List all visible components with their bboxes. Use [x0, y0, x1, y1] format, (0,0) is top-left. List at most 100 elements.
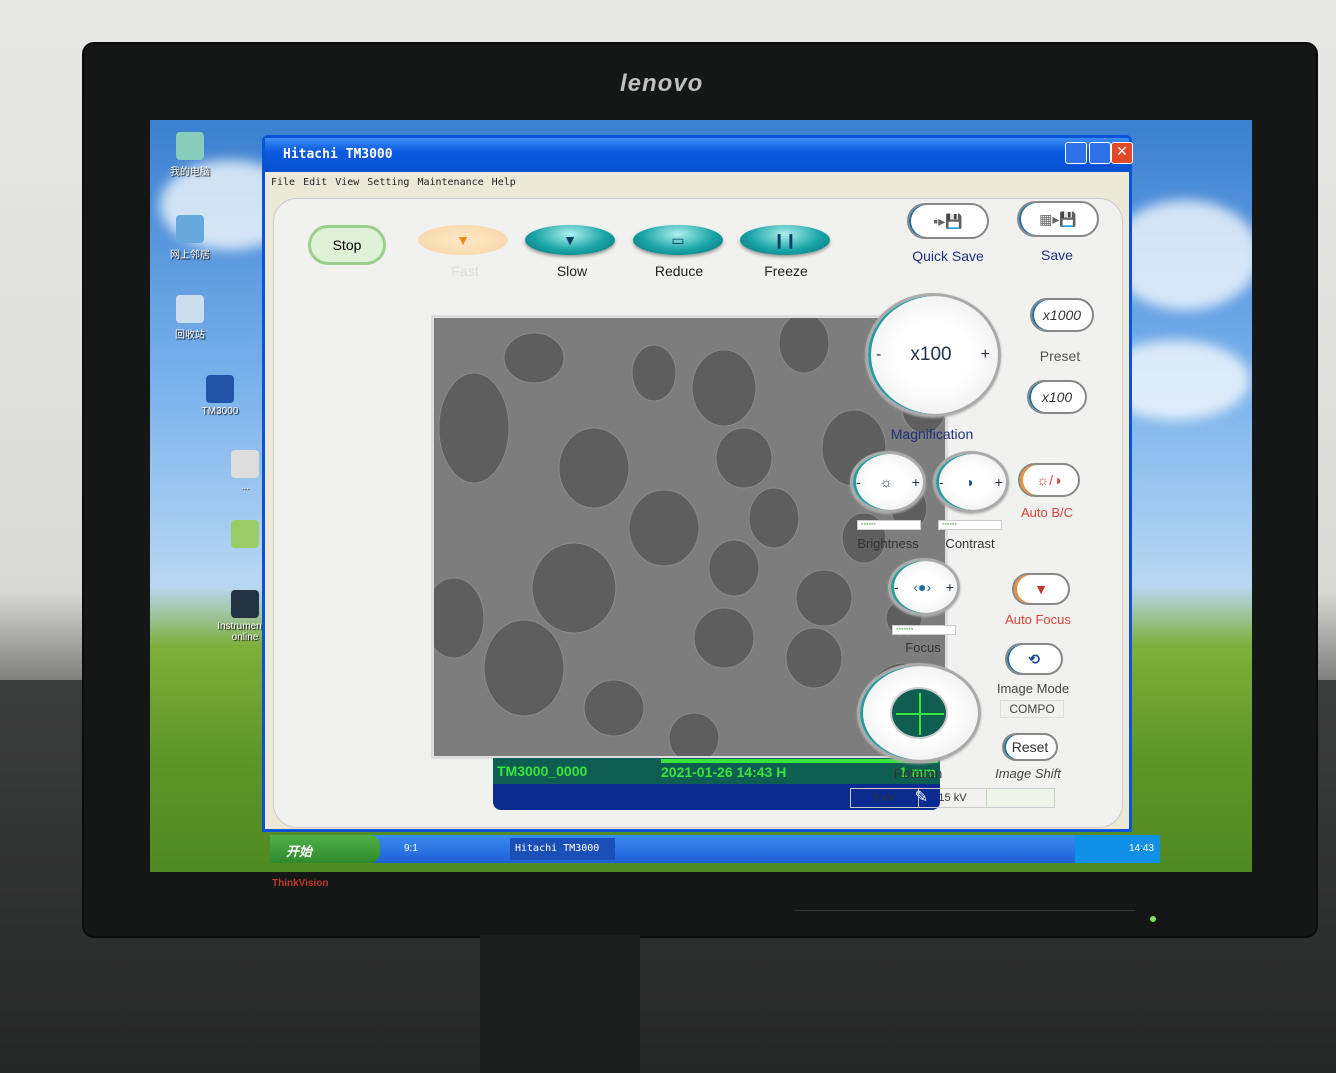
desktop-icon-label: 回收站 — [175, 330, 205, 341]
monitor-buttons[interactable] — [795, 910, 1135, 922]
contrast-level: ▪▪▪▪▪▪ — [938, 520, 1002, 530]
reduce-label: Reduce — [654, 263, 704, 279]
brightness-level: ▪▪▪▪▪▪ — [857, 520, 921, 530]
rotation-knob[interactable] — [890, 687, 948, 739]
save-button[interactable]: ▦▸💾 — [1017, 201, 1099, 237]
fast-label: Fast — [451, 263, 479, 279]
preset-x100-button[interactable]: x100 — [1027, 380, 1087, 414]
cell-particle — [785, 627, 843, 689]
magnification-value: x100 — [910, 344, 952, 365]
taskbar-quick-item[interactable]: 9:1 — [400, 839, 500, 859]
focus-dial[interactable]: - ‹●› + — [888, 558, 960, 616]
auto-bc-label: Auto B/C — [1020, 505, 1074, 520]
reset-image-shift-button[interactable]: Reset — [1002, 733, 1058, 761]
auto-bc-button[interactable]: ☼/◑ — [1018, 463, 1080, 497]
thinkvision-logo: ThinkVision — [272, 878, 329, 889]
desktop-icon-image — [176, 132, 204, 160]
focus-label: Focus — [905, 640, 941, 655]
pause-icon: ❙❙ — [773, 231, 797, 248]
start-button[interactable]: 开始 — [270, 835, 380, 863]
fast-arrow-icon: ▼ — [456, 232, 470, 248]
desktop-icon-image — [176, 295, 204, 323]
stop-button[interactable]: Stop — [308, 225, 386, 265]
slow-arrow-icon: ▼ — [563, 232, 577, 248]
desktop-icon-image — [231, 590, 259, 618]
quick-save-button[interactable]: ▪▸💾 — [907, 203, 989, 239]
cell-particle — [503, 332, 565, 384]
quick-save-label: Quick Save — [912, 248, 984, 264]
cell-particle — [748, 487, 800, 549]
desktop-icon-label: 网上邻居 — [170, 250, 210, 261]
freeze-label: Freeze — [764, 263, 808, 279]
image-status-bar: TM3000_0000 2021-01-26 14:43 H 1 mm — [493, 758, 940, 784]
image-mode-button[interactable]: ⟲ — [1005, 643, 1063, 675]
auto-focus-label: Auto Focus — [1005, 612, 1071, 627]
brightness-dial[interactable]: - ☼ + — [850, 451, 926, 513]
menu-file[interactable]: File — [271, 177, 295, 188]
freeze-button[interactable]: ❙❙ — [740, 225, 830, 255]
tm3000-window: Hitachi TM3000 ✕ File Edit View Setting Main… — [262, 135, 1133, 832]
slow-button[interactable]: ▼ — [525, 225, 615, 255]
cell-particle — [558, 427, 630, 509]
cell-particle — [628, 489, 700, 567]
menu-view[interactable]: View — [335, 177, 359, 188]
auto-focus-button[interactable]: ▼ — [1012, 573, 1070, 605]
voltage-15kv[interactable]: 15 kV — [919, 789, 987, 807]
preset-high-label: x1000 — [1042, 307, 1082, 323]
image-name: TM3000_0000 — [497, 763, 588, 779]
taskbar-hitachi-tm3000[interactable]: Hitachi TM3000 — [510, 838, 615, 860]
menu-edit[interactable]: Edit — [303, 177, 327, 188]
clock: 14:43 — [1128, 843, 1154, 854]
voltage-5kv[interactable]: 5 kV — [851, 789, 919, 807]
preset-x1000-button[interactable]: x1000 — [1030, 298, 1094, 332]
monitor-stand — [480, 935, 640, 1073]
desktop-icon[interactable]: TM3000 — [180, 375, 260, 417]
cell-particle — [531, 542, 617, 634]
fast-button[interactable]: ▼ — [418, 225, 508, 255]
menu-help[interactable]: Help — [492, 177, 516, 188]
magnification-dial[interactable]: - x100 + — [865, 293, 1001, 417]
minimize-button[interactable] — [1065, 142, 1087, 164]
mag-plus[interactable]: + — [981, 346, 990, 364]
desktop-icon-image — [176, 215, 204, 243]
start-label: 开始 — [286, 844, 313, 859]
desktop-icon[interactable]: 网上邻居 — [150, 215, 230, 261]
screen: 我的电脑 网上邻居 回收站 TM3000... Instrument 1 online … — [150, 120, 1252, 872]
contrast-dial[interactable]: - ◑ + — [933, 451, 1009, 513]
cell-particle — [631, 344, 677, 402]
auto-bc-icon: ☼/◑ — [1036, 472, 1062, 488]
desktop-icon[interactable]: 回收站 — [150, 295, 230, 341]
quick-label: 9:1 — [404, 843, 418, 854]
magnification-label: Magnification — [890, 426, 974, 442]
menu-setting[interactable]: Setting — [367, 177, 409, 188]
desktop-icon-image — [206, 375, 234, 403]
image-mode-icon: ⟲ — [1028, 650, 1040, 667]
rotation-dial[interactable] — [857, 663, 981, 763]
desktop-icon[interactable]: 我的电脑 — [150, 132, 230, 178]
image-mode-label: Image Mode — [996, 681, 1070, 696]
reduce-icon: ▭ — [671, 231, 685, 248]
reset-label: Reset — [1011, 739, 1049, 755]
maximize-button[interactable] — [1089, 142, 1111, 164]
reduce-button[interactable]: ▭ — [633, 225, 723, 255]
cell-particle — [691, 349, 757, 427]
save-label: Save — [1041, 247, 1073, 263]
system-tray: 14:43 — [1075, 835, 1160, 863]
quick-save-icon: ▪▸💾 — [933, 212, 963, 229]
sun-icon: ☼ — [879, 474, 893, 490]
auto-focus-icon: ▼ — [1034, 581, 1048, 597]
power-led — [1150, 916, 1156, 922]
cell-particle — [778, 318, 830, 374]
cell-particle — [795, 569, 853, 627]
focus-icon: ‹●› — [913, 579, 932, 595]
menu-maintenance[interactable]: Maintenance — [417, 177, 483, 188]
close-button[interactable]: ✕ — [1111, 142, 1133, 164]
desktop-icon-label: TM3000 — [201, 406, 239, 417]
image-datetime: 2021-01-26 14:43 H — [661, 764, 787, 780]
mag-minus[interactable]: - — [876, 346, 881, 364]
cell-particle — [668, 712, 720, 756]
task-label: Hitachi TM3000 — [515, 843, 600, 854]
image-shift-label: Image Shift — [995, 766, 1061, 781]
contrast-icon: ◑ — [965, 474, 974, 490]
voltage-3[interactable] — [987, 789, 1054, 807]
